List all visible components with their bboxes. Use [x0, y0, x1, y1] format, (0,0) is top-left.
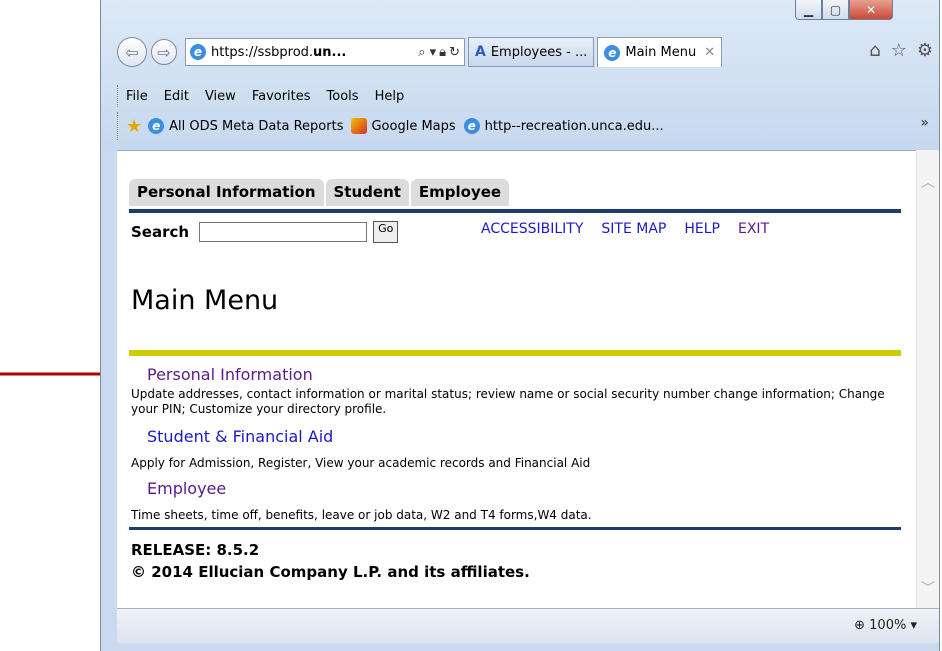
browser-chrome: ▁ ▢ ✕ ⇦ ⇨ e https://ssbprod.un... ⌕ ▾ 🔒︎… — [101, 0, 939, 150]
personal-information-desc: Update addresses, contact information or… — [131, 387, 885, 416]
release-text: RELEASE: 8.5.2 — [131, 541, 260, 559]
tab-personal-information[interactable]: Personal Information — [129, 179, 324, 206]
student-financial-aid-desc: Apply for Admission, Register, View your… — [131, 456, 591, 470]
close-tab-icon[interactable]: ✕ — [704, 45, 715, 60]
window-controls: ▁ ▢ ✕ — [795, 0, 893, 22]
forward-button[interactable]: ⇨ — [151, 39, 177, 65]
back-button[interactable]: ⇦ — [117, 37, 147, 67]
navy-divider — [129, 209, 901, 213]
copyright-text: © 2014 Ellucian Company L.P. and its aff… — [131, 563, 530, 581]
navigation-bar: ⇦ ⇨ e https://ssbprod.un... ⌕ ▾ 🔒︎ ↻ A E… — [117, 35, 931, 69]
lock-icon[interactable]: 🔒︎ — [439, 45, 446, 60]
favorite-recreation[interactable]: e http--recreation.unca.edu... — [463, 118, 664, 134]
tab-employees[interactable]: A Employees - ... — [468, 37, 595, 67]
menu-tools[interactable]: Tools — [327, 89, 359, 104]
ie-icon: e — [604, 44, 621, 61]
close-window-button[interactable]: ✕ — [849, 0, 893, 20]
vertical-scrollbar[interactable]: ︿ ﹀ — [916, 150, 939, 608]
favorites-star-icon[interactable]: ☆ — [891, 40, 907, 61]
student-financial-aid-link[interactable]: Student & Financial Aid — [147, 427, 333, 446]
menu-help[interactable]: Help — [375, 89, 405, 104]
status-bar: ⊕ 100% ▾ — [117, 608, 939, 643]
gear-icon[interactable]: ⚙ — [917, 40, 933, 61]
zoom-control[interactable]: ⊕ 100% ▾ — [854, 618, 917, 633]
employee-link[interactable]: Employee — [147, 479, 226, 498]
favorite-google-maps[interactable]: Google Maps — [351, 118, 456, 134]
search-icon[interactable]: ⌕ ▾ — [418, 45, 436, 60]
ie-icon: e — [190, 44, 206, 60]
page-content: Personal Information Student Employee Se… — [117, 150, 939, 609]
tab-student[interactable]: Student — [325, 179, 409, 206]
chevron-more-icon[interactable]: » — [920, 115, 929, 131]
toolbar-icons: ⌂ ☆ ⚙ — [869, 40, 933, 61]
ie-icon: e — [148, 118, 165, 134]
search-row: Search Go — [131, 221, 399, 243]
scroll-up-icon[interactable]: ︿ — [921, 172, 935, 192]
favorites-bar: ★ e All ODS Meta Data Reports Google Map… — [117, 112, 931, 140]
minimize-button[interactable]: ▁ — [795, 0, 822, 20]
maximize-button[interactable]: ▢ — [822, 0, 849, 20]
search-input[interactable] — [199, 222, 368, 242]
scroll-down-icon[interactable]: ﹀ — [921, 578, 935, 598]
yellow-divider — [129, 350, 901, 356]
menu-file[interactable]: File — [126, 89, 148, 104]
address-url: https://ssbprod.un... — [211, 44, 347, 60]
add-favorites-star-icon[interactable]: ★ — [126, 116, 142, 137]
menu-favorites[interactable]: Favorites — [252, 89, 311, 104]
exit-link[interactable]: EXIT — [738, 221, 769, 237]
personal-information-link[interactable]: Personal Information — [147, 365, 313, 384]
help-link[interactable]: HELP — [684, 221, 720, 237]
menu-bar: File Edit View Favorites Tools Help — [117, 85, 931, 107]
page-tabs: Personal Information Student Employee — [129, 179, 511, 206]
go-button[interactable]: Go — [373, 221, 399, 243]
site-map-link[interactable]: SITE MAP — [601, 221, 666, 237]
search-label: Search — [131, 223, 190, 241]
ie-icon: e — [463, 118, 480, 134]
top-links: ACCESSIBILITY SITE MAP HELP EXIT — [481, 221, 787, 237]
favorite-ods-reports[interactable]: e All ODS Meta Data Reports — [148, 118, 343, 134]
navy-divider-bottom — [129, 527, 901, 530]
menu-edit[interactable]: Edit — [164, 89, 189, 104]
acrobat-icon: A — [475, 44, 486, 60]
accessibility-link[interactable]: ACCESSIBILITY — [481, 221, 583, 237]
menu-view[interactable]: View — [205, 89, 236, 104]
employee-desc: Time sheets, time off, benefits, leave o… — [131, 508, 592, 522]
address-bar[interactable]: e https://ssbprod.un... ⌕ ▾ 🔒︎ ↻ — [185, 38, 465, 66]
refresh-icon[interactable]: ↻ — [449, 45, 460, 60]
page-title: Main Menu — [131, 285, 279, 316]
tab-employee[interactable]: Employee — [410, 179, 510, 206]
google-maps-icon — [351, 118, 368, 134]
home-icon[interactable]: ⌂ — [869, 40, 880, 61]
browser-window: ▁ ▢ ✕ ⇦ ⇨ e https://ssbprod.un... ⌕ ▾ 🔒︎… — [100, 0, 940, 651]
tab-main-menu[interactable]: e Main Menu ✕ — [597, 37, 723, 67]
